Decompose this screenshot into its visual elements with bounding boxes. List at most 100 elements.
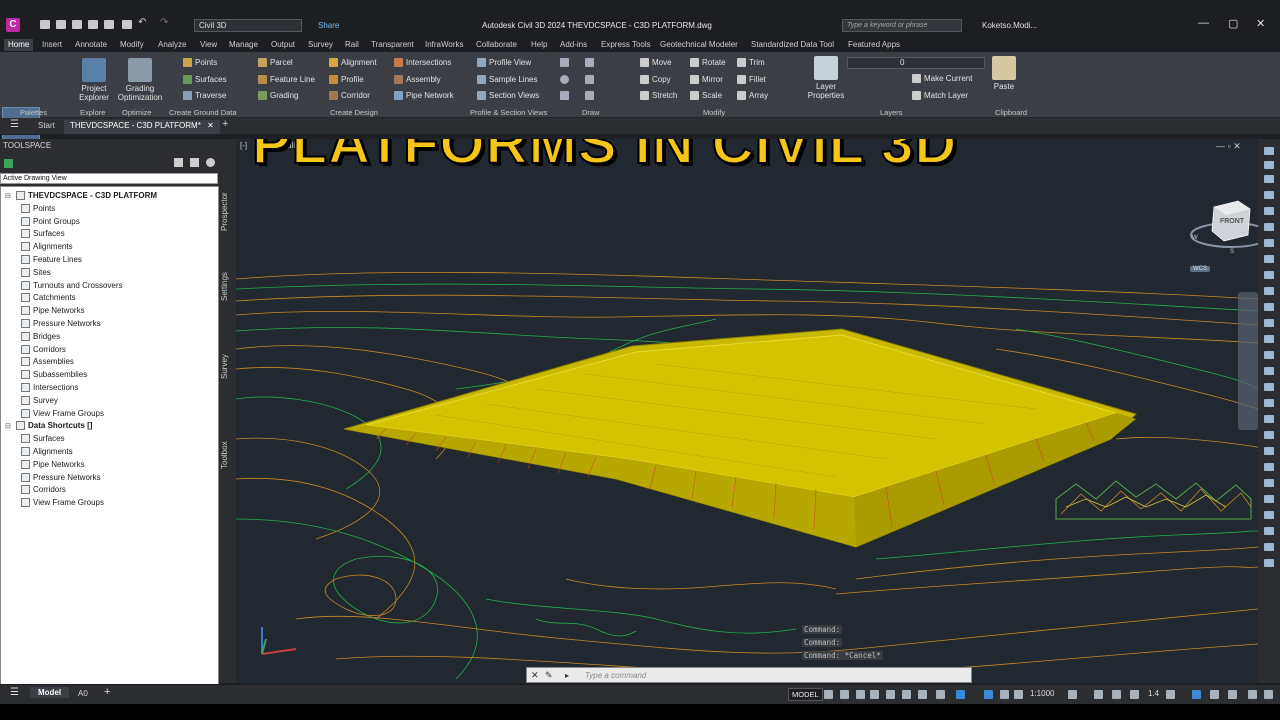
- tool-icon[interactable]: [1264, 431, 1274, 439]
- redo-icon[interactable]: ↷: [160, 17, 172, 28]
- scale-button[interactable]: Scale: [690, 91, 722, 100]
- make-current-button[interactable]: Make Current: [912, 74, 972, 83]
- layer-dropdown[interactable]: 0: [847, 57, 985, 69]
- panel-create-ground-data[interactable]: Create Ground Data: [169, 108, 237, 117]
- isolate-objects-icon[interactable]: [1192, 690, 1201, 699]
- minimize-icon[interactable]: —: [1198, 17, 1209, 29]
- tab-view[interactable]: View: [196, 39, 221, 51]
- tool-icon[interactable]: [1264, 319, 1274, 327]
- tool-icon[interactable]: [1264, 287, 1274, 295]
- stretch-button[interactable]: Stretch: [640, 91, 677, 100]
- tool-icon[interactable]: [1264, 399, 1274, 407]
- tool-icon[interactable]: [1264, 351, 1274, 359]
- alignment-button[interactable]: Alignment: [329, 58, 377, 67]
- infer-icon[interactable]: [856, 690, 865, 699]
- workspace-gear-icon[interactable]: [1068, 690, 1077, 699]
- tab-add-ins[interactable]: Add-ins: [556, 39, 591, 51]
- close-icon[interactable]: ✕: [1256, 17, 1265, 30]
- object-snap-icon[interactable]: [918, 690, 927, 699]
- tool-icon[interactable]: [1264, 223, 1274, 231]
- graphics-performance-icon[interactable]: [1210, 690, 1219, 699]
- line-tool[interactable]: [560, 58, 569, 67]
- close-command-icon[interactable]: ✕: [531, 670, 539, 681]
- mirror-button[interactable]: Mirror: [690, 75, 723, 84]
- panel-palettes[interactable]: Palettes: [20, 108, 47, 117]
- tool-icon[interactable]: [1264, 479, 1274, 487]
- customize-command-icon[interactable]: ✎: [545, 670, 553, 681]
- user-account[interactable]: Koketso.Modi...: [982, 21, 1037, 30]
- tree-node[interactable]: Corridors: [21, 485, 66, 495]
- command-line[interactable]: ✕ ✎ ▸ Type a command: [526, 667, 972, 683]
- move-button[interactable]: Move: [640, 58, 672, 67]
- wcs-menu[interactable]: WCS: [1190, 266, 1210, 272]
- viewport-window-controls[interactable]: — ▫ ✕: [1216, 141, 1241, 152]
- ortho-icon[interactable]: [870, 690, 879, 699]
- autoscale-icon[interactable]: [1000, 690, 1009, 699]
- rectangle-tool[interactable]: [585, 91, 594, 100]
- tree-node[interactable]: Feature Lines: [21, 255, 82, 264]
- tool-icon[interactable]: [1264, 447, 1274, 455]
- tree-node[interactable]: Surfaces: [21, 434, 65, 444]
- save-icon[interactable]: [72, 20, 82, 29]
- tree-node[interactable]: Point Groups: [21, 216, 80, 226]
- surfaces-button[interactable]: Surfaces: [183, 75, 227, 84]
- annotation-scale[interactable]: 1:1000: [1030, 689, 1054, 698]
- corridor-button[interactable]: Corridor: [329, 91, 370, 100]
- profile-button[interactable]: Profile: [329, 75, 364, 84]
- copy-button[interactable]: Copy: [640, 75, 671, 84]
- lock-ui-icon[interactable]: [1166, 690, 1175, 699]
- units-icon[interactable]: [1112, 690, 1121, 699]
- workspace-dropdown[interactable]: Civil 3D: [194, 19, 302, 32]
- panel-modify[interactable]: Modify: [703, 108, 725, 117]
- tree-node[interactable]: Pressure Networks: [21, 472, 101, 482]
- tool-icon[interactable]: [1264, 303, 1274, 311]
- tool-icon[interactable]: [1264, 383, 1274, 391]
- layer-properties-button[interactable]: Layer Properties: [806, 56, 846, 100]
- tab-standardized-data-tool[interactable]: Standardized Data Tool: [747, 39, 838, 51]
- isodraft-icon[interactable]: [902, 690, 911, 699]
- tab-output[interactable]: Output: [267, 39, 299, 51]
- tree-node[interactable]: Intersections: [21, 383, 78, 392]
- paste-button[interactable]: Paste: [992, 56, 1016, 91]
- panel-draw[interactable]: Draw: [582, 108, 600, 117]
- sample-lines-button[interactable]: Sample Lines: [477, 75, 537, 84]
- hatch-tool[interactable]: [560, 91, 569, 100]
- tool-icon[interactable]: [1264, 255, 1274, 263]
- tab-modify[interactable]: Modify: [116, 39, 148, 51]
- close-tab-icon[interactable]: ✕: [207, 121, 214, 130]
- pipe-network-button[interactable]: Pipe Network: [394, 91, 454, 100]
- tool-icon[interactable]: [1264, 415, 1274, 423]
- drawing-viewport[interactable]: [-] alistic — ▫ ✕ FRONT W S WCS PLATFORMS…: [236, 139, 1258, 683]
- fillet-button[interactable]: Fillet: [737, 75, 766, 84]
- keyword-search-input[interactable]: Type a keyword or phrase: [842, 19, 962, 32]
- tree-node[interactable]: Assemblies: [21, 357, 74, 367]
- status-menu-icon[interactable]: [1264, 690, 1273, 699]
- expand-icon[interactable]: ⊟: [5, 192, 13, 200]
- section-views-button[interactable]: Section Views: [477, 91, 539, 100]
- tree-node[interactable]: Catchments: [21, 293, 76, 303]
- tree-node[interactable]: Alignments: [21, 447, 73, 456]
- add-layout-icon[interactable]: +: [104, 686, 110, 698]
- clean-screen-icon[interactable]: [1228, 690, 1237, 699]
- selection-cycling-icon[interactable]: [956, 690, 965, 699]
- tab-survey[interactable]: Survey: [304, 39, 337, 51]
- tab-toolbox[interactable]: Toolbox: [220, 435, 234, 475]
- navigation-bar[interactable]: [1238, 292, 1258, 430]
- circle-tool[interactable]: [560, 75, 569, 84]
- snap-icon[interactable]: [840, 690, 849, 699]
- tree-node[interactable]: View Frame Groups: [21, 408, 104, 418]
- tool-icon[interactable]: [1264, 559, 1274, 567]
- start-tab[interactable]: Start: [38, 121, 55, 130]
- polar-icon[interactable]: [886, 690, 895, 699]
- array-button[interactable]: Array: [737, 91, 768, 100]
- tab-help[interactable]: Help: [527, 39, 551, 51]
- print-icon[interactable]: [122, 20, 132, 29]
- assembly-button[interactable]: Assembly: [394, 75, 441, 84]
- tree-node[interactable]: Turnouts and Crossovers: [21, 280, 123, 290]
- layout-menu-icon[interactable]: ☰: [10, 687, 19, 698]
- tool-icon[interactable]: [1264, 367, 1274, 375]
- parcel-button[interactable]: Parcel: [258, 58, 293, 67]
- quick-properties-icon[interactable]: [1130, 690, 1139, 699]
- tab-manage[interactable]: Manage: [225, 39, 262, 51]
- layout-tab-a0[interactable]: A0: [78, 689, 88, 698]
